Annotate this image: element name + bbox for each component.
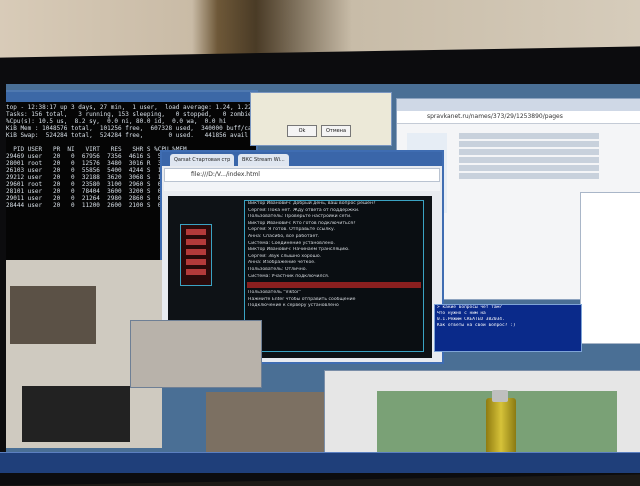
dark-video-frame [22, 386, 130, 442]
main-browser-tabbar: Qarsat Стартовая стр ВКС Stream Wi... [162, 152, 442, 166]
chat-line: Анна: Изображение четкое. [248, 260, 316, 266]
photo [10, 286, 96, 344]
right-browser-tabs[interactable] [397, 99, 640, 111]
chat-line: Сергей: Я готов. Отправьте ссылку. [248, 227, 336, 233]
chat-lines: Виктор Иванович: Добрый день, ваш вопрос… [245, 201, 423, 280]
dialog-cancel-button[interactable]: Отмена [321, 125, 351, 137]
chat-line: Пользователь: Проверьте настройки сети. [248, 214, 352, 220]
chat-line: Виктор Иванович: Кто готов подключиться? [248, 220, 356, 226]
tab-1[interactable]: Qarsat Стартовая стр [170, 154, 235, 166]
chat-footer-line: Подключение к серверу установлено [248, 303, 339, 309]
google-panel [580, 192, 640, 344]
chat-line: Сергей: Пока нет. Жду ответа от поддержк… [248, 207, 360, 213]
name-list [459, 131, 599, 299]
chat-line: Система: Соединение установлено. [248, 240, 335, 246]
console-line: Как ответы на свой вопрос? :) [437, 323, 516, 328]
chat-input-bar[interactable] [247, 282, 421, 289]
tab-2[interactable]: ВКС Stream Wi... [238, 154, 289, 166]
page-sidebar [180, 224, 212, 286]
right-browser-url[interactable]: spravkanet.ru/names/373/29/1253890/pages [397, 111, 640, 124]
chat-line: Анна: Спасибо, все работает. [248, 233, 320, 239]
main-browser-url[interactable]: file:///D:/V.../index.html [164, 168, 440, 182]
console-lines: > какие вопросы чет там? Что нужно с ним … [435, 305, 581, 329]
chat-panel: Виктор Иванович: Добрый день, ваш вопрос… [244, 200, 424, 352]
chat-line: Система: Участник подключился. [248, 273, 330, 279]
chat-line: Виктор Иванович: Начинаем трансляцию. [248, 247, 350, 253]
chat-line: Виктор Иванович: Добрый день, ваш вопрос… [248, 201, 376, 206]
chat-footer-line: Пользователь "Viktor" [248, 290, 301, 296]
sidebar-item[interactable] [186, 239, 206, 245]
sidebar-item[interactable] [186, 259, 206, 265]
chat-footer: Пользователь "Viktor" Нажмите Enter чтобы… [245, 290, 423, 310]
bookmarks-bar [164, 182, 440, 191]
photo-window [130, 320, 262, 388]
sidebar-item[interactable] [186, 269, 206, 275]
sidebar-item[interactable] [186, 229, 206, 235]
image-viewer-window [324, 370, 640, 462]
sidebar-item[interactable] [186, 249, 206, 255]
chat-footer-line: Нажмите Enter чтобы отправить сообщение [248, 296, 356, 302]
confirm-dialog: Ok Отмена [250, 92, 392, 146]
chat-line: Сергей: Звук слышно хорошо. [248, 253, 322, 259]
terminal-titlebar[interactable] [6, 92, 256, 102]
taskbar [0, 452, 640, 473]
console-window: > какие вопросы чет там? Что нужно с ним … [434, 304, 582, 352]
dialog-ok-button[interactable]: Ok [287, 125, 317, 137]
chat-line: Пользователь: Отлично. [248, 266, 308, 272]
screen: top - 12:38:17 up 3 days, 27 min, 1 user… [6, 84, 640, 468]
